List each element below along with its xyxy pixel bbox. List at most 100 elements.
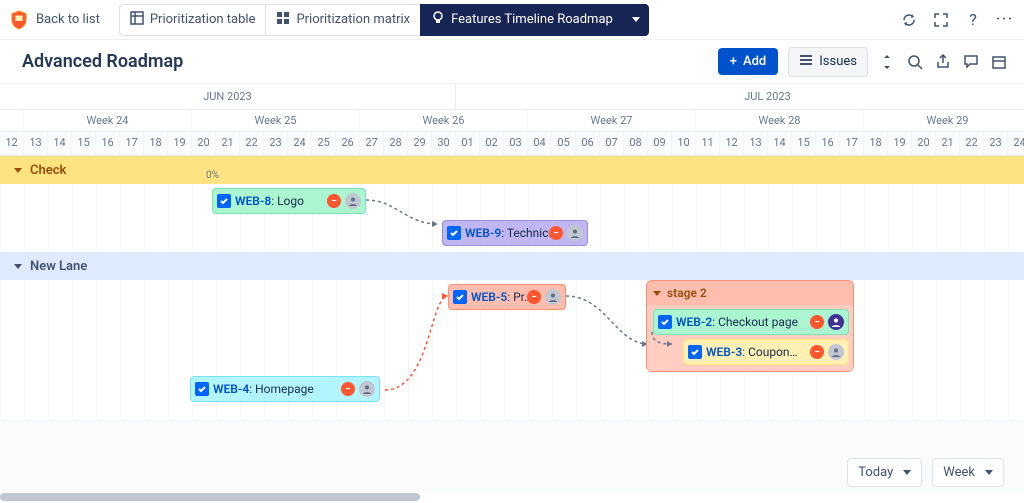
day-header: 16	[816, 132, 840, 155]
task-checkbox-icon	[688, 345, 702, 359]
timeline-weeks: Week 24Week 25Week 26Week 27Week 28Week …	[0, 110, 1024, 132]
day-header: 26	[336, 132, 360, 155]
day-header: 19	[168, 132, 192, 155]
week-header	[0, 110, 24, 131]
lane-header-newlane[interactable]: New Lane	[0, 252, 1024, 280]
card-key: WEB-9	[465, 226, 501, 240]
day-header: 05	[552, 132, 576, 155]
back-to-list-link[interactable]: Back to list	[10, 10, 100, 30]
week-header: Week 29	[864, 110, 1024, 131]
day-header: 29	[408, 132, 432, 155]
priority-icon: −	[527, 290, 541, 304]
tab-prioritization-matrix[interactable]: Prioritization matrix	[265, 4, 421, 36]
page-title: Advanced Roadmap	[22, 51, 183, 72]
day-header: 25	[312, 132, 336, 155]
day-header: 24	[1008, 132, 1024, 155]
app-icon	[10, 10, 28, 30]
plus-icon: +	[730, 54, 737, 69]
chevron-down-icon	[14, 168, 22, 173]
week-header: Week 26	[360, 110, 528, 131]
lane-name: Check	[30, 163, 66, 178]
help-icon[interactable]: ?	[964, 11, 982, 29]
day-header: 22	[240, 132, 264, 155]
scale-dropdown[interactable]: Week	[932, 458, 1004, 487]
card-key: WEB-3	[706, 345, 742, 359]
day-header: 30	[432, 132, 456, 155]
lane-body-newlane: WEB-5 : Pr… − stage 2 WEB-2 : Checkout p…	[0, 280, 1024, 420]
issues-button[interactable]: Issues	[788, 47, 868, 77]
calendar-icon[interactable]	[990, 54, 1008, 70]
card-web-3[interactable]: WEB-3 : Coupon… −	[683, 339, 849, 365]
more-icon[interactable]: ···	[996, 11, 1014, 29]
tab-prioritization-table[interactable]: Prioritization table	[119, 4, 267, 36]
lane-header-check[interactable]: Check	[0, 156, 1024, 184]
day-header: 12	[0, 132, 24, 155]
card-key: WEB-2	[676, 315, 712, 329]
lane-name: New Lane	[30, 259, 87, 274]
card-key: WEB-4	[213, 382, 249, 396]
day-header: 20	[192, 132, 216, 155]
tab-more-dropdown[interactable]	[623, 4, 649, 36]
card-web-2[interactable]: WEB-2 : Checkout page −	[653, 309, 849, 335]
table-icon	[130, 11, 144, 29]
day-header: 23	[264, 132, 288, 155]
priority-icon: −	[549, 226, 563, 240]
assignee-avatar	[359, 381, 375, 397]
bottom-controls: Today Week	[847, 458, 1004, 487]
day-header: 12	[720, 132, 744, 155]
search-icon[interactable]	[906, 54, 924, 70]
day-header: 15	[72, 132, 96, 155]
day-header: 27	[360, 132, 384, 155]
fullscreen-icon[interactable]	[932, 11, 950, 29]
day-header: 23	[984, 132, 1008, 155]
stage-group[interactable]: stage 2 WEB-2 : Checkout page − WEB-3 : …	[646, 280, 854, 372]
chevron-down-icon	[903, 470, 911, 475]
card-web-5[interactable]: WEB-5 : Pr… −	[448, 284, 566, 310]
card-web-8[interactable]: WEB-8 : Logo −	[212, 188, 366, 214]
sync-icon[interactable]	[900, 11, 918, 29]
today-dropdown[interactable]: Today	[847, 458, 922, 487]
day-header: 18	[864, 132, 888, 155]
add-button[interactable]: + Add	[718, 48, 779, 75]
week-header: Week 25	[192, 110, 360, 131]
week-header: Week 27	[528, 110, 696, 131]
expand-vertical-icon[interactable]	[878, 54, 896, 70]
day-header: 19	[888, 132, 912, 155]
tab-label: Prioritization matrix	[296, 12, 410, 27]
month-header: JUN 2023	[0, 84, 456, 109]
card-key: WEB-8	[235, 194, 271, 208]
day-header: 01	[456, 132, 480, 155]
comment-icon[interactable]	[962, 54, 980, 70]
card-web-4[interactable]: WEB-4 : Homepage −	[190, 376, 380, 402]
task-checkbox-icon	[658, 315, 672, 329]
day-header: 16	[96, 132, 120, 155]
tab-features-timeline-roadmap[interactable]: Features Timeline Roadmap	[420, 4, 624, 36]
timeline-months: JUN 2023JUL 2023	[0, 84, 1024, 110]
list-icon	[799, 53, 813, 71]
month-header: JUL 2023	[456, 84, 1024, 109]
card-web-9[interactable]: WEB-9 : Technic… −	[442, 220, 588, 246]
day-header: 20	[912, 132, 936, 155]
lane-body-check: 0% WEB-8 : Logo − WEB-9 : Technic… −	[0, 184, 1024, 252]
scrollbar-thumb[interactable]	[0, 493, 420, 501]
timeline-days: 1213141516171819202122232425262728293001…	[0, 132, 1024, 156]
task-checkbox-icon	[447, 226, 461, 240]
task-checkbox-icon	[217, 194, 231, 208]
week-header: Week 24	[24, 110, 192, 131]
day-header: 14	[48, 132, 72, 155]
day-header: 11	[696, 132, 720, 155]
horizontal-scrollbar[interactable]	[0, 491, 1024, 503]
day-header: 21	[216, 132, 240, 155]
card-text: : Homepage	[249, 382, 314, 396]
tab-label: Prioritization table	[150, 12, 256, 27]
chevron-down-icon	[653, 291, 661, 296]
back-text: Back to list	[36, 12, 100, 27]
day-header: 03	[504, 132, 528, 155]
day-header: 18	[144, 132, 168, 155]
tab-label: Features Timeline Roadmap	[451, 12, 613, 27]
assignee-avatar	[567, 225, 583, 241]
card-key: WEB-5	[471, 290, 507, 304]
assignee-avatar	[545, 289, 561, 305]
priority-icon: −	[341, 382, 355, 396]
share-icon[interactable]	[934, 54, 952, 70]
